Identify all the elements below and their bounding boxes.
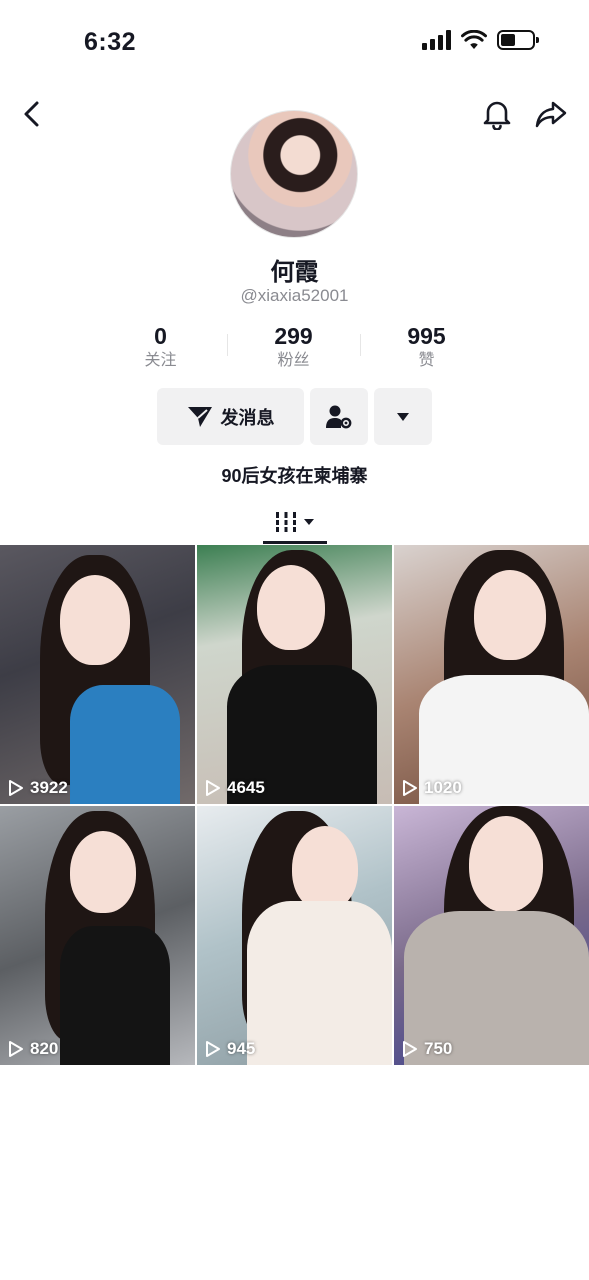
view-count: 945 [205,1039,255,1059]
stat-label: 粉丝 [277,352,310,369]
video-thumbnail[interactable]: 750 [394,806,589,1065]
cellular-signal-icon [422,30,451,50]
thumbnail-clothing [70,685,180,804]
tab-active-indicator [263,541,327,544]
more-dropdown-button[interactable] [374,388,432,445]
avatar[interactable] [230,110,358,238]
thumbnail-face [292,826,358,911]
video-grid: 3922 4645 1020 820 945 750 [0,545,589,1065]
content-tab-bar [0,500,589,545]
stat-label: 赞 [418,352,435,369]
video-thumbnail[interactable]: 4645 [197,545,392,804]
thumbnail-face [474,570,546,660]
send-message-label: 发消息 [220,407,275,428]
view-count-text: 3922 [30,778,68,797]
play-icon [403,1041,417,1057]
thumbnail-clothing [247,901,392,1065]
stat-following[interactable]: 0 关注 [94,322,227,372]
user-gear-icon [326,405,352,428]
profile-actions: 发消息 [157,388,432,445]
view-count: 3922 [8,778,68,798]
status-time: 6:32 [84,28,137,56]
notification-button[interactable] [477,94,517,134]
send-message-button[interactable]: 发消息 [157,388,304,445]
stat-label: 关注 [144,352,177,369]
wifi-icon [461,30,487,49]
video-grid-icon [275,512,297,532]
status-bar: 6:32 [0,0,589,88]
thumbnail-face [60,575,130,665]
stat-value: 299 [274,323,313,349]
video-thumbnail[interactable]: 820 [0,806,195,1065]
user-settings-button[interactable] [310,388,368,445]
view-count-text: 1020 [424,778,462,797]
view-count: 750 [402,1039,452,1059]
bell-icon [483,101,511,130]
back-button[interactable] [12,94,52,134]
thumbnail-face [257,565,325,650]
stat-followers[interactable]: 299 粉丝 [227,322,360,372]
thumbnail-face [469,816,543,912]
view-count: 820 [8,1039,58,1059]
caret-down-icon [304,519,314,525]
stat-value: 995 [407,323,446,349]
view-count: 4645 [205,778,265,798]
profile-stats: 0 关注 299 粉丝 995 赞 [94,322,494,372]
play-icon [403,780,417,796]
view-count-text: 820 [30,1039,59,1058]
video-thumbnail[interactable]: 945 [197,806,392,1065]
play-icon [9,780,23,796]
view-count-text: 4645 [227,778,265,797]
status-icons [422,30,539,50]
stat-value: 0 [154,323,167,349]
tab-videos[interactable] [263,500,327,544]
paper-plane-icon [187,406,212,427]
view-count-text: 750 [424,1039,453,1058]
play-icon [206,780,220,796]
thumbnail-face [70,831,136,913]
profile-handle: @xiaxia52001 [240,286,349,305]
share-arrow-icon [535,101,567,128]
profile-name: 何霞 [270,259,319,286]
caret-down-icon [397,412,409,421]
chevron-left-icon [24,101,39,127]
play-icon [9,1041,23,1057]
battery-icon [497,30,539,50]
thumbnail-clothing [60,926,170,1065]
play-icon [206,1041,220,1057]
view-count-text: 945 [227,1039,256,1058]
stat-likes[interactable]: 995 赞 [360,322,493,372]
video-thumbnail[interactable]: 3922 [0,545,195,804]
video-thumbnail[interactable]: 1020 [394,545,589,804]
profile-bio: 90后女孩在柬埔寨 [221,466,368,486]
share-button[interactable] [531,94,571,134]
view-count: 1020 [402,778,462,798]
